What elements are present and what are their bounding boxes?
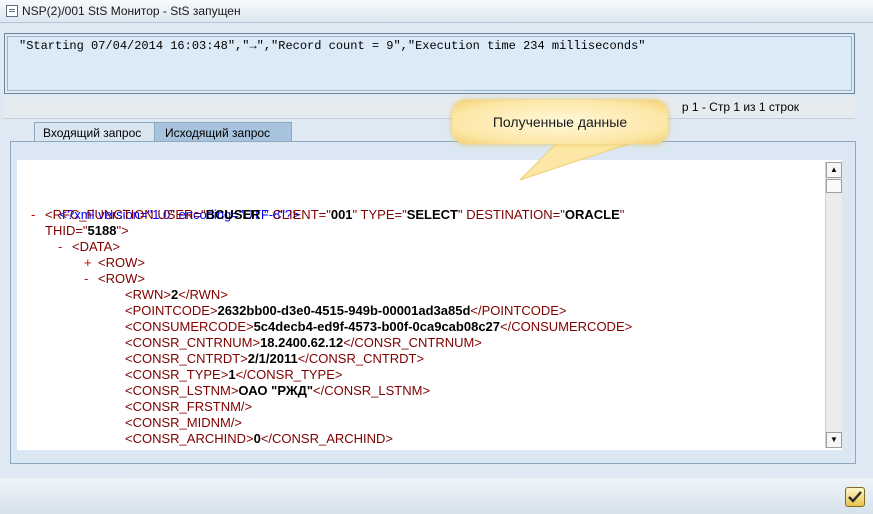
field-close-tag: </CONSR_ARCHIND> (260, 431, 394, 446)
xml-viewer: <?xml version="1.0" encoding="UTF-8"?> -… (17, 160, 842, 450)
tab-outgoing-request[interactable]: Исходящий запрос (154, 122, 292, 142)
attr-destination: " DESTINATION=" (458, 207, 565, 222)
data-tag: <DATA> (72, 239, 120, 254)
tab-incoming-label: Входящий запрос (43, 125, 142, 140)
tooltip-callout: Полученные данные (452, 100, 668, 144)
field-open-tag: <RWN> (125, 287, 171, 302)
field-value: 2632bb00-d3e0-4515-949b-00001ad3a85d (217, 303, 471, 318)
field-close-tag: </CONSR_CNTRDT> (297, 351, 425, 366)
xml-field-line: <POINTCODE>2632bb00-d3e0-4515-949b-00001… (125, 303, 567, 319)
field-close-tag: </RWN> (178, 287, 228, 302)
field-value: 0 (253, 431, 261, 446)
message-box: "Starting 07/04/2014 16:03:48","→","Reco… (4, 33, 855, 94)
collapse-toggle[interactable]: - (58, 239, 72, 255)
scroll-thumb[interactable] (826, 179, 842, 193)
field-value: 2/1/2011 (247, 351, 298, 366)
xml-field-line: <CONSR_FRSTNM/> (125, 399, 252, 415)
checkmark-icon (848, 491, 862, 503)
xml-field-line: <CONSR_TYPE>1</CONSR_TYPE> (125, 367, 343, 383)
field-open-tag: <CONSUMERCODE> (125, 319, 254, 334)
field-open-tag: <CONSR_ARCHIND> (125, 431, 254, 446)
xml-thid-line: THID="5188"> (45, 223, 129, 239)
xml-field-line: <CONSUMERCODE>5c4decb4-ed9f-4573-b00f-0c… (125, 319, 632, 335)
window-icon (6, 5, 18, 17)
xml-field-line: <CONSR_CNTRNUM>18.2400.62.12</CONSR_CNTR… (125, 335, 482, 351)
field-open-tag: <POINTCODE> (125, 303, 218, 318)
field-open-tag: <CONSR_MIDNM/> (125, 415, 243, 430)
attr-thid-value: 5188 (87, 223, 117, 238)
message-text: "Starting 07/04/2014 16:03:48","→","Reco… (19, 39, 646, 53)
attr-destination-value: ORACLE (564, 207, 620, 222)
status-text: р 1 - Стр 1 из 1 строк (681, 100, 799, 114)
window-title: NSP(2)/001 StS Монитор - StS запущен (22, 4, 241, 18)
field-close-tag: </POINTCODE> (470, 303, 567, 318)
field-open-tag: <CONSR_CNTRDT> (125, 351, 248, 366)
field-open-tag: <CONSR_TYPE> (125, 367, 229, 382)
tab-outgoing-label: Исходящий запрос (165, 125, 271, 140)
xml-data-line: - <DATA> (58, 239, 120, 255)
attr-destination-close: " (619, 207, 625, 222)
xml-rfc-function-line: - <RFC_FUNCTION USER="BCUSER " CLIENT="00… (31, 207, 624, 223)
scroll-down-arrow-icon[interactable]: ▼ (826, 432, 842, 448)
tab-incoming-request[interactable]: Входящий запрос (34, 122, 172, 142)
bottom-toolbar (0, 478, 873, 514)
xml-row-collapsed-line: + <ROW> (84, 255, 145, 271)
field-close-tag: </CONSR_TYPE> (235, 367, 343, 382)
collapse-toggle[interactable]: - (31, 207, 45, 223)
xml-field-line: <CONSR_LSTNM>ОАО "РЖД"</CONSR_LSTNM> (125, 383, 430, 399)
xml-field-line: <CONSR_CNTRDT>2/1/2011</CONSR_CNTRDT> (125, 351, 424, 367)
field-close-tag: </CONSR_CNTRNUM> (343, 335, 482, 350)
attr-client: " CLIENT=" (264, 207, 331, 222)
field-open-tag: <CONSR_CNTRNUM> (125, 335, 261, 350)
xml-field-line: <RWN>2</RWN> (125, 287, 228, 303)
attr-user: USER=" (157, 207, 206, 222)
field-value: 1 (228, 367, 236, 382)
field-close-tag: </CONSUMERCODE> (500, 319, 633, 334)
expand-toggle[interactable]: + (84, 255, 98, 271)
ok-button[interactable] (845, 487, 865, 507)
xml-row-expanded-line: - <ROW> (84, 271, 145, 287)
field-value: 5c4decb4-ed9f-4573-b00f-0ca9cab08c27 (253, 319, 501, 334)
field-open-tag: <CONSR_FRSTNM/> (125, 399, 253, 414)
field-value: 18.2400.62.12 (260, 335, 344, 350)
rfc-open-tag: <RFC_FUNCTION (45, 207, 154, 222)
field-open-tag: <CONSR_LSTNM> (125, 383, 239, 398)
title-bar: NSP(2)/001 StS Монитор - StS запущен (0, 0, 873, 23)
vertical-scrollbar[interactable]: ▲ ▼ (825, 162, 842, 448)
collapse-toggle[interactable]: - (84, 271, 98, 287)
row-tag: <ROW> (98, 255, 145, 270)
row-tag: <ROW> (98, 271, 145, 286)
attr-type-value: SELECT (406, 207, 458, 222)
field-close-tag: </CONSR_LSTNM> (313, 383, 431, 398)
tooltip-text: Полученные данные (492, 114, 628, 130)
scroll-up-arrow-icon[interactable]: ▲ (826, 162, 842, 178)
xml-field-line: <CONSR_MIDNM/> (125, 415, 242, 431)
status-bar: р 1 - Стр 1 из 1 строк (4, 97, 855, 119)
field-value: ОАО "РЖД" (238, 383, 313, 398)
attr-client-value: 001 (330, 207, 353, 222)
attr-close: "> (116, 223, 129, 238)
attr-thid: THID=" (45, 223, 88, 238)
attr-user-value: BCUSER (205, 207, 265, 222)
attr-type: " TYPE=" (352, 207, 407, 222)
xml-field-line: <CONSR_ARCHIND>0</CONSR_ARCHIND> (125, 431, 393, 447)
